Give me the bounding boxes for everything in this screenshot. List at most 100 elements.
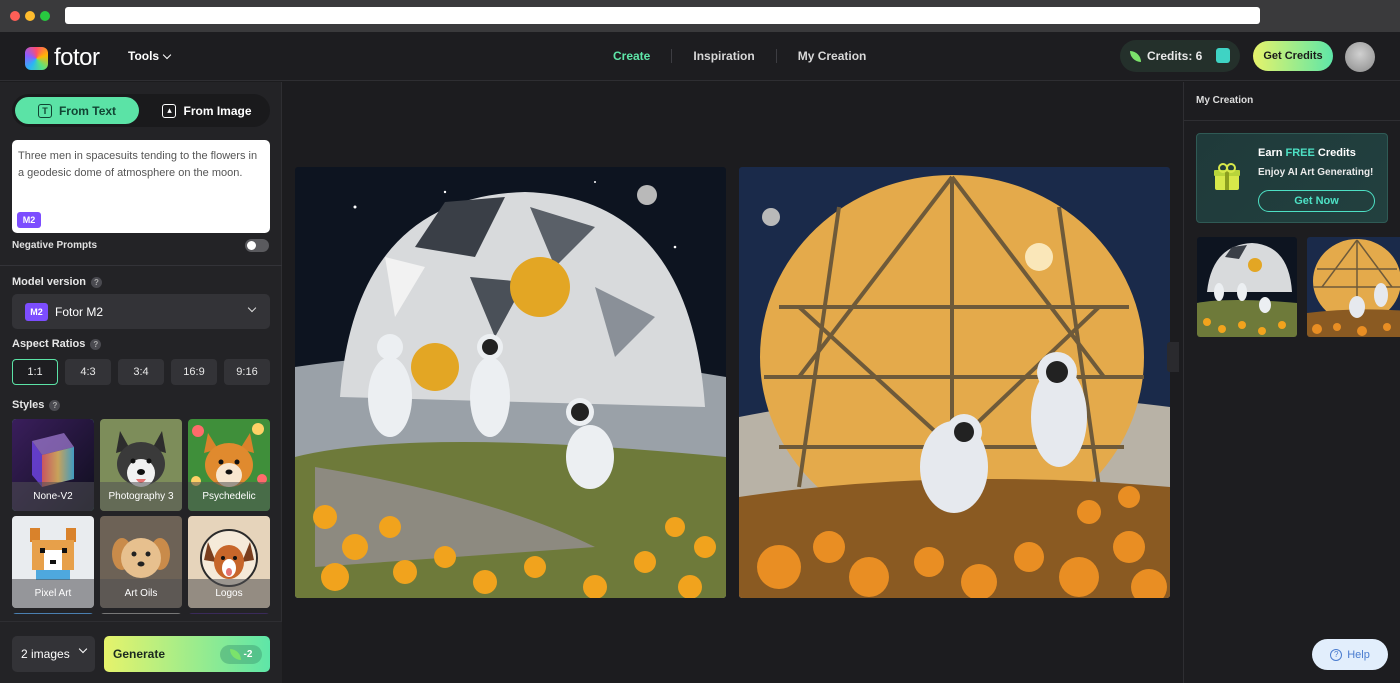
mode-switch: T From Text ▴ From Image [12, 94, 270, 127]
model-version-label: Model version [12, 276, 86, 288]
style-label: Psychedelic [188, 482, 270, 511]
image-count-label: 2 images [21, 647, 70, 661]
chevron-down-icon [162, 50, 172, 59]
astronauts-dome-illustration [295, 167, 726, 598]
prompt-text: Three men in spacesuits tending to the f… [18, 150, 258, 179]
credits-balance[interactable]: Credits: 6 [1120, 40, 1240, 72]
astronauts-golden-dome-thumbnail [1307, 237, 1400, 337]
model-name: Fotor M2 [55, 304, 104, 319]
style-label: Photography 3 [100, 482, 182, 511]
model-select[interactable]: M2 Fotor M2 [12, 294, 270, 329]
maximize-window-button[interactable] [40, 11, 50, 21]
aspect-ratios-heading: Aspect Ratios ? [12, 338, 102, 350]
divider [0, 265, 282, 266]
aspect-ratio-9-16[interactable]: 9:16 [224, 359, 270, 385]
image-count-select[interactable]: 2 images [12, 636, 95, 672]
brand-name: fotor [54, 44, 100, 71]
nav-link-create[interactable]: Create [592, 49, 671, 63]
result-canvas [283, 82, 1183, 683]
style-pixel-art[interactable]: Pixel Art [12, 516, 94, 608]
generate-cost-value: -2 [243, 649, 253, 660]
nav-link-my-creation[interactable]: My Creation [777, 49, 888, 63]
info-icon[interactable]: ? [49, 399, 61, 411]
style-photography-3[interactable]: Photography 3 [100, 419, 182, 511]
text-icon: T [37, 103, 52, 118]
style-label: Logos [188, 579, 270, 608]
info-icon[interactable]: ? [90, 338, 102, 350]
style-label: None-V2 [12, 482, 94, 511]
left-panel: T From Text ▴ From Image Three men in sp… [0, 82, 282, 683]
prompt-input[interactable]: Three men in spacesuits tending to the f… [12, 140, 270, 233]
info-icon[interactable]: ? [90, 276, 102, 288]
aspect-ratio-1-1[interactable]: 1:1 [12, 359, 58, 385]
my-creation-title: My Creation [1196, 95, 1254, 106]
astronauts-dome-thumbnail [1197, 237, 1297, 337]
styles-heading: Styles ? [12, 399, 61, 411]
browser-chrome [0, 0, 1400, 32]
generate-cost: -2 [220, 645, 262, 664]
aspect-ratio-16-9[interactable]: 16:9 [171, 359, 217, 385]
generated-image-2[interactable] [739, 167, 1170, 598]
from-text-label: From Text [58, 103, 117, 118]
collapse-panel-handle[interactable] [1167, 342, 1179, 372]
style-more[interactable] [100, 613, 182, 614]
user-avatar[interactable] [1345, 42, 1375, 72]
gift-icon [1214, 163, 1240, 190]
aspect-ratio-options: 1:1 4:3 3:4 16:9 9:16 [12, 359, 270, 385]
main-nav: Create Inspiration My Creation [592, 49, 887, 63]
style-logos[interactable]: Logos [188, 516, 270, 608]
aspect-ratios-label: Aspect Ratios [12, 338, 86, 350]
style-art-oils[interactable]: Art Oils [100, 516, 182, 608]
from-image-tab[interactable]: ▴ From Image [146, 97, 268, 124]
aspect-ratio-4-3[interactable]: 4:3 [65, 359, 111, 385]
minimize-window-button[interactable] [25, 11, 35, 21]
image-icon: ▴ [162, 103, 177, 118]
leaf-icon [229, 649, 241, 660]
style-label: Pixel Art [12, 579, 94, 608]
promo-title-suffix: Credits [1314, 147, 1356, 159]
tools-label: Tools [128, 49, 160, 63]
negative-prompts-label: Negative Prompts [12, 240, 98, 251]
aspect-ratio-3-4[interactable]: 3:4 [118, 359, 164, 385]
app-window: fotor Tools Create Inspiration My Creati… [0, 0, 1400, 683]
model-badge: M2 [25, 302, 48, 321]
from-text-tab[interactable]: T From Text [15, 97, 139, 124]
tools-menu[interactable]: Tools [128, 49, 172, 63]
model-badge: M2 [17, 212, 41, 228]
credits-label: Credits: 6 [1147, 49, 1203, 63]
generate-bar: 2 images Generate -2 [0, 621, 282, 683]
generate-button[interactable]: Generate -2 [104, 636, 270, 672]
styles-label: Styles [12, 399, 45, 411]
style-more[interactable] [188, 613, 270, 614]
promo-title: Earn FREE Credits [1258, 147, 1356, 159]
style-label: Art Oils [100, 579, 182, 608]
negative-prompts-toggle[interactable] [245, 239, 269, 252]
style-none-v2[interactable]: None-V2 [12, 419, 94, 511]
task-bag-icon[interactable] [1216, 48, 1230, 63]
fotor-logo[interactable]: fotor [25, 44, 100, 72]
creation-thumbnail-2[interactable] [1307, 237, 1400, 337]
astronauts-golden-dome-illustration [739, 167, 1170, 598]
chevron-down-icon [247, 303, 257, 313]
promo-subtitle: Enjoy AI Art Generating! [1258, 167, 1374, 178]
divider [1184, 120, 1400, 121]
chevron-down-icon [78, 644, 88, 654]
promo-title-prefix: Earn [1258, 147, 1286, 159]
get-credits-button[interactable]: Get Credits [1253, 41, 1333, 71]
style-grid: None-V2 Photography 3 Psychedelic Pixel … [12, 419, 270, 614]
style-psychedelic[interactable]: Psychedelic [188, 419, 270, 511]
top-nav: fotor Tools Create Inspiration My Creati… [0, 32, 1400, 81]
address-bar[interactable] [65, 7, 1260, 24]
get-now-button[interactable]: Get Now [1258, 190, 1375, 212]
earn-credits-promo: Earn FREE Credits Enjoy AI Art Generatin… [1196, 133, 1388, 223]
help-button[interactable]: ? Help [1312, 639, 1388, 670]
help-label: Help [1347, 648, 1370, 661]
creation-thumbnail-1[interactable] [1197, 237, 1297, 337]
generate-label: Generate [113, 647, 166, 661]
style-more[interactable] [12, 613, 94, 614]
generated-image-1[interactable] [295, 167, 726, 598]
close-window-button[interactable] [10, 11, 20, 21]
fotor-logo-icon [25, 46, 48, 70]
promo-title-free: FREE [1285, 147, 1315, 159]
nav-link-inspiration[interactable]: Inspiration [672, 49, 775, 63]
